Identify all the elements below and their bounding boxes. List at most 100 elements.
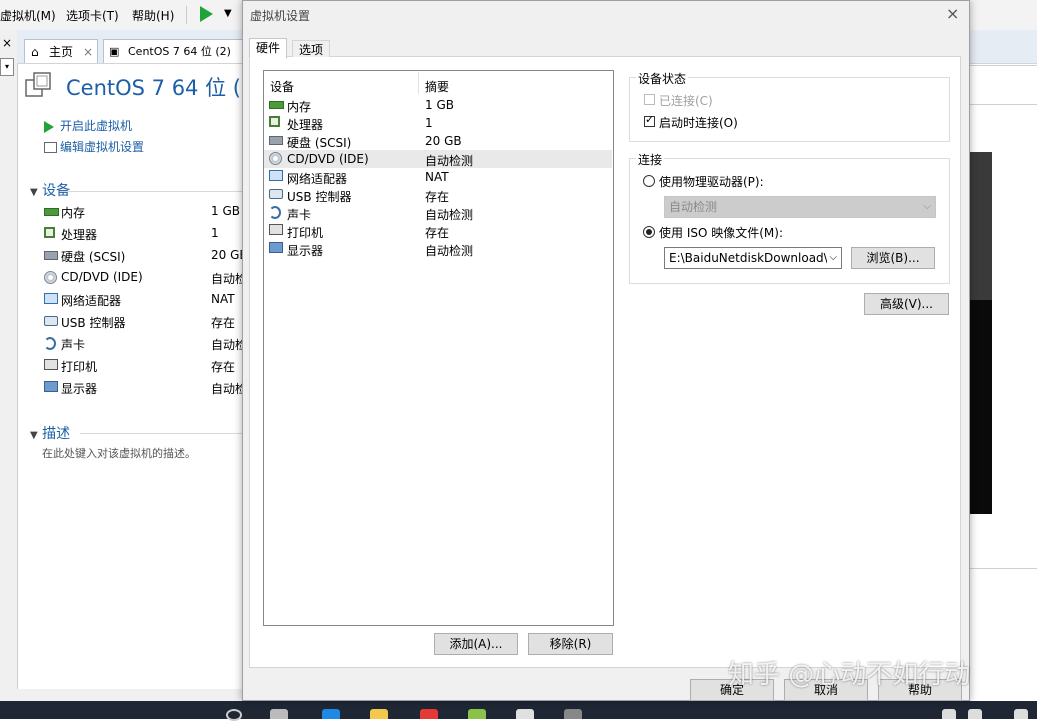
device-row[interactable]: USB 控制器 存在 — [44, 312, 254, 332]
app-icon[interactable] — [468, 709, 486, 719]
usb-icon — [269, 188, 283, 202]
dropdown-icon[interactable]: ▾ — [0, 58, 14, 76]
browse-button[interactable]: 浏览(B)... — [851, 247, 935, 269]
tray-icon[interactable] — [968, 709, 982, 719]
chevron-down-icon: ⌵ — [827, 248, 837, 268]
menu-help[interactable]: 帮助(H) — [132, 7, 174, 24]
power-on-link[interactable]: 开启此虚拟机 — [44, 117, 132, 134]
devices-section-header[interactable]: ▼ 设备 — [30, 180, 70, 200]
close-icon[interactable]: × — [83, 40, 93, 64]
device-row-name: 声卡 — [61, 338, 86, 352]
device-list-row[interactable]: 显示器 自动检测 — [264, 240, 612, 258]
edge-icon[interactable] — [322, 709, 340, 719]
device-row[interactable]: 硬盘 (SCSI) 20 GE — [44, 246, 254, 266]
device-list-row-name: USB 控制器 — [287, 190, 352, 204]
tab-vm[interactable]: ▣ CentOS 7 64 位 (2) — [103, 39, 243, 63]
device-row[interactable]: 声卡 自动检 — [44, 334, 254, 354]
device-list-row-name: 打印机 — [287, 226, 324, 240]
device-list-row[interactable]: CD/DVD (IDE) 自动检测 — [264, 150, 612, 168]
cpu-icon — [44, 227, 55, 241]
chrome-icon[interactable] — [420, 709, 438, 719]
tab-vm-label: CentOS 7 64 位 (2) — [128, 45, 231, 58]
menu-tabs[interactable]: 选项卡(T) — [66, 7, 119, 24]
column-separator[interactable] — [418, 72, 419, 94]
task-view-icon[interactable] — [270, 709, 288, 719]
display-icon — [269, 242, 283, 256]
device-list-row-name: 显示器 — [287, 244, 324, 258]
device-row-name: 内存 — [61, 206, 86, 220]
play-icon — [44, 120, 54, 133]
harddisk-icon — [44, 249, 58, 263]
cd-icon — [44, 271, 57, 287]
close-icon[interactable]: × — [2, 36, 12, 50]
search-icon[interactable] — [226, 709, 242, 721]
device-row[interactable]: CD/DVD (IDE) 自动检 — [44, 268, 254, 288]
device-list-row-value: 自动检测 — [425, 244, 474, 258]
printer-icon — [44, 359, 58, 373]
connect-at-power-on-checkbox[interactable]: ✓ — [644, 114, 655, 127]
tab-hardware[interactable]: 硬件 — [249, 38, 288, 59]
remove-button[interactable]: 移除(R) — [528, 633, 613, 655]
display-icon — [44, 381, 58, 395]
device-list-row[interactable]: 网络适配器 NAT — [264, 168, 612, 186]
device-list-row-value: 存在 — [425, 226, 450, 240]
advanced-button[interactable]: 高级(V)... — [864, 293, 949, 315]
menu-vm[interactable]: 虚拟机(M) — [0, 7, 56, 24]
vmware-icon[interactable] — [564, 709, 582, 719]
column-header-summary[interactable]: 摘要 — [425, 78, 449, 95]
physical-drive-radio[interactable] — [643, 175, 655, 187]
harddisk-icon — [269, 134, 283, 148]
device-list-row-value: 自动检测 — [425, 154, 474, 168]
play-icon[interactable] — [200, 6, 213, 22]
iso-path-input[interactable]: E:\BaiduNetdiskDownload\C ⌵ — [664, 247, 842, 269]
device-list-row[interactable]: 声卡 自动检测 — [264, 204, 612, 222]
connected-label: 已连接(C) — [659, 94, 713, 108]
physical-drive-select[interactable]: 自动检测 ⌵ — [664, 196, 936, 218]
vm-logo-icon — [25, 72, 51, 97]
chevron-down-icon: ⌵ — [923, 201, 931, 212]
divider — [970, 65, 1037, 66]
physical-drive-value: 自动检测 — [669, 200, 718, 214]
memory-icon — [269, 98, 284, 112]
description-placeholder[interactable]: 在此处键入对该虚拟机的描述。 — [42, 445, 196, 461]
chevron-down-icon[interactable]: ▼ — [224, 8, 232, 19]
divider — [60, 191, 242, 192]
device-row-name: 网络适配器 — [61, 294, 122, 308]
tray-icon[interactable] — [1014, 709, 1028, 719]
divider — [970, 104, 1037, 105]
device-row[interactable]: 打印机 存在 — [44, 356, 254, 376]
column-header-device[interactable]: 设备 — [270, 78, 294, 95]
connect-at-power-on-label: 启动时连接(O) — [659, 116, 738, 130]
device-list-row[interactable]: 处理器 1 — [264, 114, 612, 132]
tab-options[interactable]: 选项 — [292, 40, 331, 57]
device-row-value: 存在 — [211, 360, 236, 374]
cpu-icon — [269, 116, 280, 130]
device-list-row-name: 网络适配器 — [287, 172, 348, 186]
iso-path-value: E:\BaiduNetdiskDownload\C — [669, 251, 837, 265]
add-button[interactable]: 添加(A)... — [434, 633, 518, 655]
device-list-row[interactable]: 硬盘 (SCSI) 20 GB — [264, 132, 612, 150]
device-list-row[interactable]: USB 控制器 存在 — [264, 186, 612, 204]
device-list-row[interactable]: 内存 1 GB — [264, 96, 612, 114]
divider — [970, 568, 1037, 569]
description-section-label: 描述 — [42, 426, 71, 442]
device-row[interactable]: 网络适配器 NAT — [44, 290, 254, 310]
device-row[interactable]: 处理器 1 — [44, 224, 254, 244]
connection-title: 连接 — [636, 151, 665, 168]
tab-home[interactable]: ⌂ 主页 × — [24, 39, 98, 63]
device-row[interactable]: 显示器 自动检 — [44, 378, 254, 398]
tray-icon[interactable] — [942, 709, 956, 719]
collapse-icon: ▼ — [30, 187, 38, 198]
app-icon[interactable] — [516, 709, 534, 719]
edit-settings-link[interactable]: 编辑虚拟机设置 — [44, 138, 144, 155]
device-list-row[interactable]: 打印机 存在 — [264, 222, 612, 240]
device-row[interactable]: 内存 1 GB — [44, 202, 254, 222]
device-row-value: 1 GB — [211, 204, 240, 218]
physical-drive-label: 使用物理驱动器(P): — [659, 175, 764, 189]
folder-icon[interactable] — [370, 709, 388, 719]
description-section-header[interactable]: ▼ 描述 — [30, 423, 70, 443]
iso-file-radio[interactable] — [643, 226, 655, 238]
close-icon[interactable]: × — [946, 4, 959, 23]
settings-icon — [44, 142, 57, 153]
connected-checkbox[interactable] — [644, 94, 655, 105]
